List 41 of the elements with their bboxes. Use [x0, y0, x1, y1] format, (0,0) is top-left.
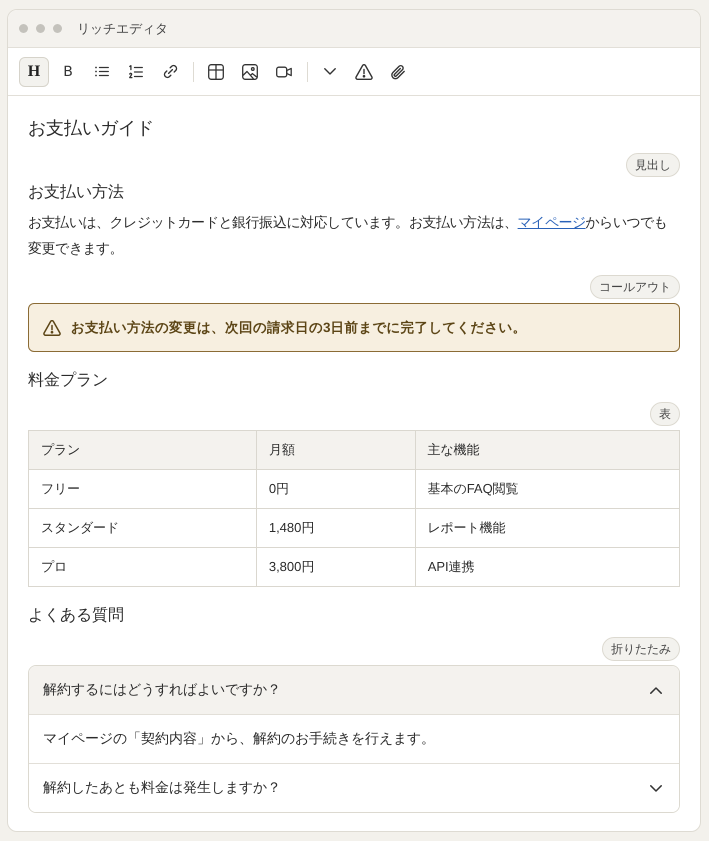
column-header: 主な機能	[415, 430, 680, 470]
document-title: お支払いガイド	[28, 117, 155, 140]
table-icon	[208, 64, 224, 80]
window-title: リッチエディタ	[77, 20, 168, 38]
paperclip-icon	[390, 64, 406, 80]
image-icon	[242, 64, 258, 80]
chevron-down-icon	[324, 68, 336, 75]
bold-button[interactable]: B	[53, 56, 83, 86]
callout-text: お支払い方法の変更は、次回の請求日の3日前までに完了してください。	[71, 318, 527, 336]
block-type-badge: 折りたたみ	[602, 637, 680, 661]
table-cell: 1,480円	[256, 508, 416, 548]
section-heading: お支払い方法	[28, 182, 125, 203]
mypage-link[interactable]: マイページ	[518, 214, 586, 230]
column-header: 月額	[256, 430, 416, 470]
warning-icon	[43, 320, 61, 336]
section-heading: 料金プラン	[28, 370, 109, 391]
block-type-badge: コールアウト	[590, 275, 680, 299]
column-header: プラン	[28, 430, 256, 470]
numbered-list-icon	[129, 64, 143, 78]
accordion-answer: マイページの「契約内容」から、解約のお手続きを行えます。	[43, 730, 435, 748]
table-cell: フリー	[28, 470, 256, 508]
block-type-badge: 表	[650, 402, 680, 426]
section-heading: よくある質問	[28, 606, 125, 626]
accordion-header[interactable]: 解約したあとも料金は発生しますか？	[29, 763, 679, 812]
chevron-down-icon	[650, 784, 662, 792]
table-cell: 0円	[256, 470, 416, 508]
table-cell: 基本のFAQ閲覧	[415, 470, 680, 508]
paragraph: お支払いは、クレジットカードと銀行振込に対応しています。お支払い方法は、マイページからいつでも変更できます。	[28, 213, 668, 258]
chevron-up-icon	[650, 686, 662, 694]
heading-button[interactable]: H	[19, 56, 49, 86]
bullet-list-icon	[95, 66, 109, 77]
link-icon	[162, 64, 178, 79]
table-cell: スタンダード	[28, 508, 256, 548]
warning-icon	[355, 64, 373, 80]
table-cell: プロ	[28, 548, 256, 586]
accordion-header[interactable]: 解約するにはどうすればよいですか？	[29, 666, 679, 714]
video-camera-icon	[276, 66, 292, 78]
table-cell: API連携	[415, 548, 680, 586]
block-type-badge: 見出し	[626, 153, 680, 177]
table-cell: レポート機能	[415, 508, 680, 548]
table-cell: 3,800円	[256, 548, 416, 586]
